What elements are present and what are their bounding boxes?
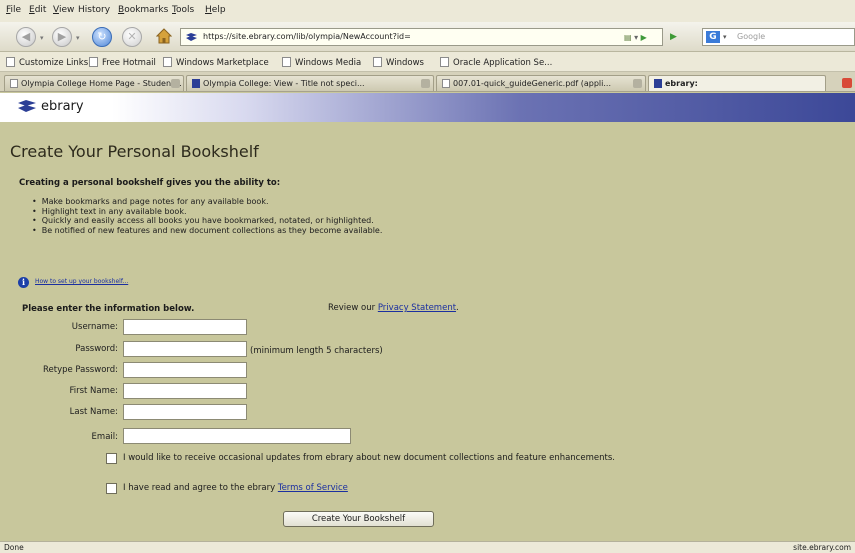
feature-item: Highlight text in any available book. (32, 207, 382, 217)
bookmarks-toolbar: Customize Links Free Hotmail Windows Mar… (0, 52, 855, 72)
menu-history[interactable]: History (78, 5, 110, 15)
menu-tools[interactable]: Tools (172, 5, 194, 15)
ebrary-favicon-icon (654, 79, 662, 88)
tab-close-icon[interactable] (633, 79, 642, 88)
menu-edit[interactable]: Edit (29, 5, 46, 15)
back-button[interactable]: ◀ (16, 27, 36, 47)
home-icon[interactable] (156, 28, 172, 44)
feature-list: Make bookmarks and page notes for any av… (32, 197, 383, 236)
logo-text: ebrary (41, 99, 84, 114)
tab-bar: Olympia College Home Page - Student... O… (0, 72, 855, 92)
feature-item: Make bookmarks and page notes for any av… (32, 197, 382, 207)
updates-label: I would like to receive occasional updat… (123, 453, 615, 463)
bookmark-free-hotmail[interactable]: Free Hotmail (89, 57, 156, 68)
howto-bookshelf-link[interactable]: How to set up your bookshelf... (35, 278, 128, 285)
tab-close-icon[interactable] (421, 79, 430, 88)
info-icon: i (18, 277, 29, 288)
close-tab-icon[interactable] (842, 78, 852, 88)
address-bar-actions: ▤ ▾ ▶ (624, 30, 660, 44)
bookmark-windows[interactable]: Windows (373, 57, 424, 68)
bookmark-customize-links[interactable]: Customize Links (6, 57, 88, 68)
menu-view[interactable]: View (53, 5, 74, 15)
ebrary-logo-icon (18, 100, 36, 112)
enter-info-heading: Please enter the information below. (22, 304, 195, 314)
menu-help[interactable]: Help (205, 5, 226, 15)
terms-of-service-link[interactable]: Terms of Service (278, 483, 348, 493)
tab-close-icon[interactable] (171, 79, 180, 88)
bookmark-windows-marketplace[interactable]: Windows Marketplace (163, 57, 269, 68)
retype-password-label: Retype Password: (42, 365, 118, 375)
page-icon (282, 57, 291, 67)
password-input[interactable] (123, 341, 247, 357)
password-label: Password: (75, 344, 118, 354)
header-gradient (112, 93, 855, 122)
status-text: Done (4, 543, 24, 552)
bookmark-oracle-application[interactable]: Oracle Application Se... (440, 57, 552, 68)
tos-label: I have read and agree to the ebrary Term… (123, 483, 348, 493)
review-privacy-text: Review our Privacy Statement. (328, 303, 459, 313)
reload-button[interactable]: ↻ (92, 27, 112, 47)
retype-password-input[interactable] (123, 362, 247, 378)
site-favicon-icon (186, 33, 197, 41)
page-content: Create Your Personal Bookshelf Creating … (0, 122, 855, 541)
site-header: ebrary (0, 93, 855, 122)
forward-button[interactable]: ▶ (52, 27, 72, 47)
page-title: Create Your Personal Bookshelf (10, 142, 259, 161)
go-button-icon[interactable]: ▶ (670, 32, 677, 42)
first-name-label: First Name: (69, 386, 118, 396)
navigation-toolbar: ◀ ▾ ▶ ▾ ↻ ✕ https://site.ebrary.com/lib/… (0, 22, 855, 52)
status-bar: Done site.ebrary.com (0, 541, 855, 553)
page-icon (373, 57, 382, 67)
page-icon (89, 57, 98, 67)
menu-file[interactable]: File (6, 5, 21, 15)
page-icon (163, 57, 172, 67)
ebrary-favicon-icon (192, 79, 200, 88)
updates-checkbox[interactable] (106, 453, 117, 464)
create-bookshelf-button[interactable]: Create Your Bookshelf (283, 511, 434, 527)
rss-icon[interactable]: ▤ (624, 33, 632, 42)
page-icon (442, 79, 450, 88)
page-icon (440, 57, 449, 67)
first-name-input[interactable] (123, 383, 247, 399)
tab-quick-guide-pdf[interactable]: 007.01-quick_guideGeneric.pdf (appli... (436, 75, 646, 91)
tos-checkbox[interactable] (106, 483, 117, 494)
last-name-label: Last Name: (69, 407, 118, 417)
forward-dropdown-icon[interactable]: ▾ (76, 34, 80, 42)
tab-olympia-view[interactable]: Olympia College: View - Title not speci.… (186, 75, 434, 91)
bookmark-windows-media[interactable]: Windows Media (282, 57, 361, 68)
stop-button[interactable]: ✕ (122, 27, 142, 47)
page-icon (6, 57, 15, 67)
username-input[interactable] (123, 319, 247, 335)
ebrary-logo[interactable]: ebrary (16, 99, 84, 117)
tab-olympia-home[interactable]: Olympia College Home Page - Student... (4, 75, 184, 91)
back-dropdown-icon[interactable]: ▾ (40, 34, 44, 42)
menu-bar: File Edit View History Bookmarks Tools H… (0, 0, 855, 22)
address-bar[interactable]: https://site.ebrary.com/lib/olympia/NewA… (180, 28, 663, 46)
password-hint: (minimum length 5 characters) (250, 346, 383, 356)
email-input[interactable] (123, 428, 351, 444)
username-label: Username: (71, 322, 118, 332)
page-icon (10, 79, 18, 88)
history-dropdown-icon[interactable]: ▾ (634, 33, 638, 42)
email-label: Email: (91, 432, 118, 442)
feature-item: Be notified of new features and new docu… (32, 226, 383, 236)
intro-text: Creating a personal bookshelf gives you … (19, 178, 281, 188)
feature-item: Quickly and easily access all books you … (32, 216, 382, 226)
engine-dropdown-icon[interactable]: ▾ (723, 29, 727, 45)
privacy-statement-link[interactable]: Privacy Statement (378, 303, 456, 313)
last-name-input[interactable] (123, 404, 247, 420)
google-icon[interactable]: G (706, 31, 720, 43)
tab-ebrary[interactable]: ebrary: (648, 75, 826, 91)
address-url: https://site.ebrary.com/lib/olympia/NewA… (203, 32, 411, 41)
status-host: site.ebrary.com (793, 543, 851, 552)
search-box[interactable]: G ▾ Google (702, 28, 855, 46)
go-arrow-icon[interactable]: ▶ (641, 33, 647, 42)
menu-bookmarks[interactable]: Bookmarks (118, 5, 168, 15)
search-placeholder: Google (737, 32, 766, 41)
